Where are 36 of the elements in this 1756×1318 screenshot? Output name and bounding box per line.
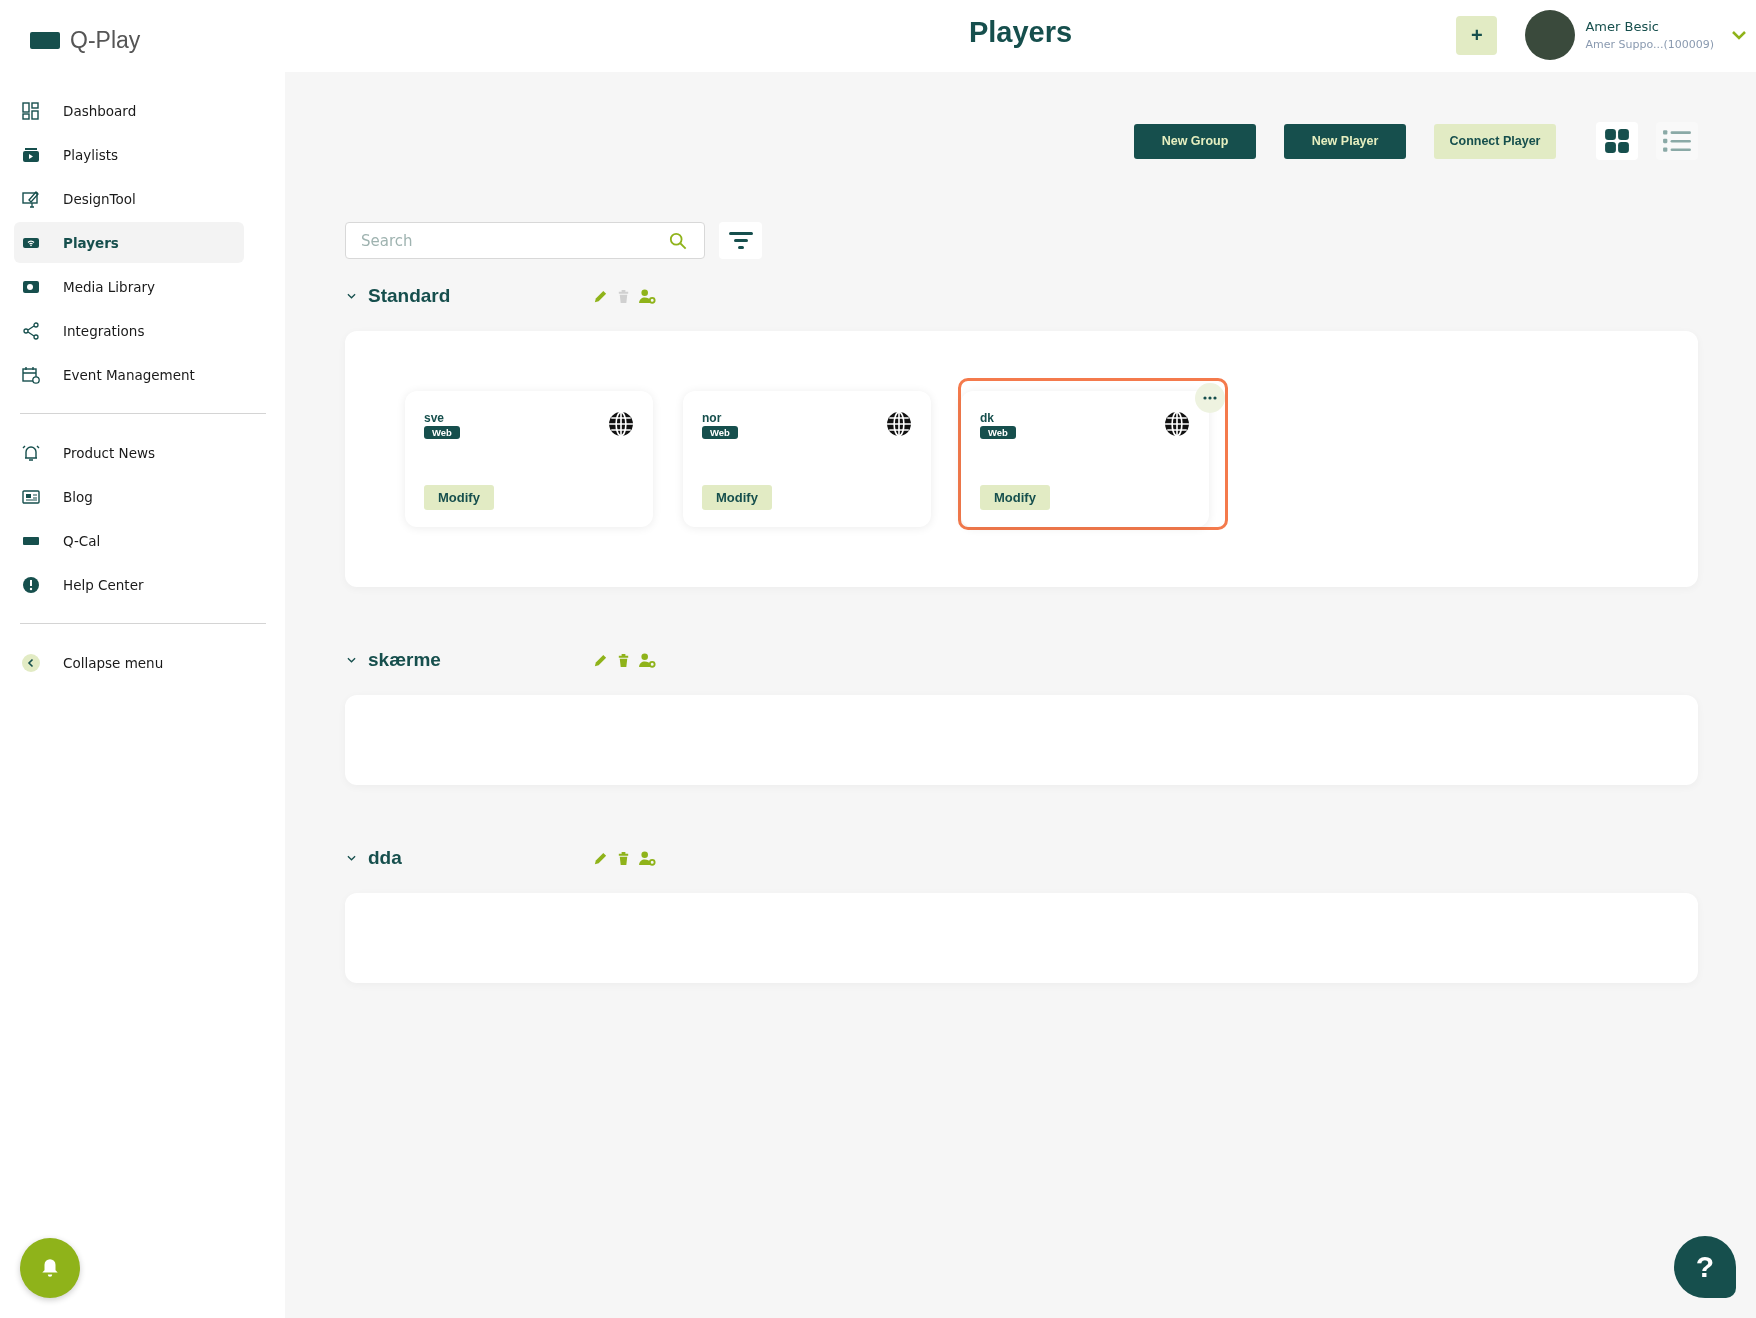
modify-button[interactable]: Modify (980, 485, 1050, 510)
account-name: Amer Suppo...(100009) (1585, 38, 1714, 51)
sidebar-item[interactable]: Help Center (14, 564, 244, 605)
player-card[interactable]: nor Web Modify (683, 391, 931, 527)
sidebar-item[interactable]: Blog (14, 476, 244, 517)
sidebar-item[interactable]: Integrations (14, 310, 244, 351)
player-name: sve (424, 411, 445, 425)
player-name: nor (702, 411, 722, 425)
toolbar-button[interactable]: Connect Player (1434, 123, 1556, 159)
brand-name: Q-Play (70, 26, 141, 54)
modify-button[interactable]: Modify (424, 485, 494, 510)
sidebar-item[interactable]: DesignTool (14, 178, 244, 219)
player-type-tag: Web (980, 426, 1016, 439)
user-name: Amer Besic (1585, 19, 1660, 34)
player-type-tag: Web (702, 426, 738, 439)
add-button[interactable]: + (1456, 15, 1498, 55)
group-name: skærme (368, 649, 442, 671)
toolbar-button[interactable]: New Player (1284, 123, 1406, 159)
sidebar-item[interactable]: Product News (14, 432, 244, 473)
sidebar-item[interactable]: Dashboard (14, 90, 244, 131)
page-title: Players (968, 15, 1073, 49)
sidebar-item[interactable]: Media Library (14, 266, 244, 307)
toolbar-button[interactable]: New Group (1134, 123, 1256, 159)
player-card[interactable]: dk Web Modify (961, 391, 1209, 527)
sidebar-item[interactable]: Event Management (14, 354, 244, 395)
sidebar-item[interactable]: Q-Cal (14, 520, 244, 561)
modify-button[interactable]: Modify (702, 485, 772, 510)
sidebar-item[interactable]: Playlists (14, 134, 244, 175)
sidebar-item[interactable]: Collapse menu (14, 642, 244, 683)
search-field[interactable]: Search (345, 222, 705, 259)
sidebar-item[interactable]: Players (14, 222, 244, 263)
group-name: Standard (368, 285, 452, 307)
player-name: dk (980, 411, 994, 425)
player-type-tag: Web (424, 426, 460, 439)
player-card[interactable]: sve Web Modify (405, 391, 653, 527)
group-name: dda (368, 847, 403, 869)
